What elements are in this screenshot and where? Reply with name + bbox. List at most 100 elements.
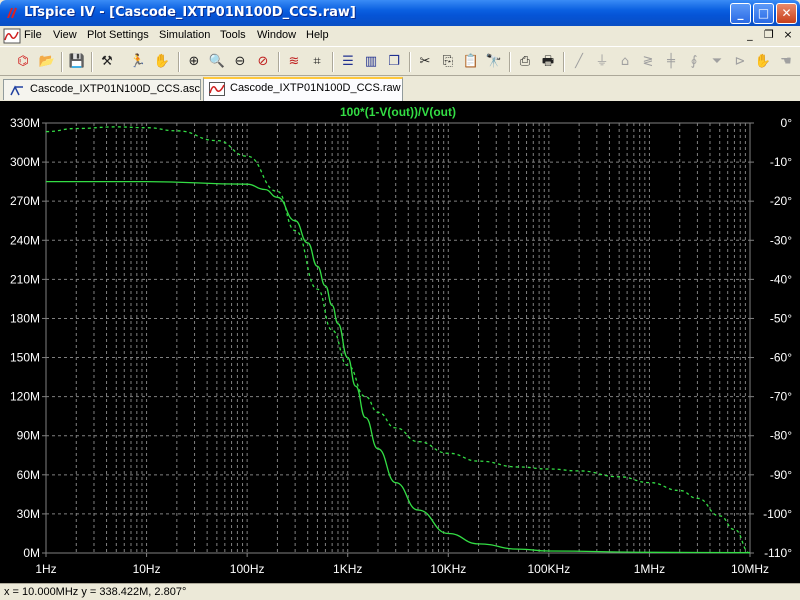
move-icon[interactable]: ✋ xyxy=(753,52,773,72)
menu-window[interactable]: Window xyxy=(257,29,296,41)
y2-tick-label: -60° xyxy=(770,351,792,365)
maximize-button[interactable]: □ xyxy=(753,3,774,24)
mdi-minimize-button[interactable]: _ xyxy=(742,28,758,41)
find-icon[interactable]: 🔭 xyxy=(484,52,504,72)
y2-tick-label: -90° xyxy=(770,468,792,482)
y2-tick-label: -100° xyxy=(763,507,792,521)
y-tick-label: 180M xyxy=(10,311,40,325)
toolbar-separator xyxy=(509,52,511,72)
tile-vertical-icon[interactable]: ▥ xyxy=(361,52,381,72)
x-tick-label: 100KHz xyxy=(528,562,571,576)
bode-plot[interactable]: 100*(1-V(out))/V(out) 0M 30M 60M 90M 120M 150M… xyxy=(0,101,800,583)
capacitor-icon[interactable]: ╪ xyxy=(661,52,681,72)
title-bar[interactable]: LTspice IV - [Cascode_IXTP01N100D_CCS.ra… xyxy=(0,0,800,26)
menu-bar: File View Plot Settings Simulation Tools… xyxy=(0,26,800,46)
run-icon[interactable]: 🏃 xyxy=(128,52,148,72)
toolbar-separator xyxy=(563,52,565,72)
zoom-cancel-icon[interactable]: ⊘ xyxy=(253,52,273,72)
y-tick-label: 330M xyxy=(10,116,40,130)
wire-icon[interactable]: ╱ xyxy=(569,52,589,72)
y2-tick-label: -30° xyxy=(770,233,792,247)
menu-help[interactable]: Help xyxy=(306,29,329,41)
toolbar-separator xyxy=(178,52,180,72)
y-tick-label: 90M xyxy=(17,429,40,443)
halt-icon[interactable]: ✋ xyxy=(152,52,172,72)
ground-icon[interactable]: ⏚ xyxy=(592,52,612,72)
mdi-restore-button[interactable]: ❐ xyxy=(761,28,777,41)
menu-tools[interactable]: Tools xyxy=(220,29,246,41)
label-icon[interactable]: ⌂ xyxy=(615,52,635,72)
cut-icon[interactable]: ✂ xyxy=(415,52,435,72)
toolbar-separator xyxy=(278,52,280,72)
toolbar-separator xyxy=(61,52,63,72)
x-tick-label: 10Hz xyxy=(133,562,161,576)
y2-tick-label: -40° xyxy=(770,272,792,286)
trace-title: 100*(1-V(out))/V(out) xyxy=(340,105,456,119)
autorange-icon[interactable]: ≋ xyxy=(284,52,304,72)
tile-horizontal-icon[interactable]: ☰ xyxy=(338,52,358,72)
waveform-icon xyxy=(209,82,225,96)
control-panel-icon[interactable]: ⚒ xyxy=(97,52,117,72)
x-tick-label: 1KHz xyxy=(333,562,362,576)
x-tick-label: 1Hz xyxy=(35,562,56,576)
menu-plot-settings[interactable]: Plot Settings xyxy=(87,29,149,41)
cascade-icon[interactable]: ❐ xyxy=(384,52,404,72)
resistor-icon[interactable]: ≷ xyxy=(638,52,658,72)
mdi-controls: _ ❐ × xyxy=(742,28,796,41)
paste-icon[interactable]: 📋 xyxy=(461,52,481,72)
tab-label: Cascode_IXTP01N100D_CCS.raw xyxy=(230,82,401,94)
x-tick-label: 10MHz xyxy=(731,562,769,576)
menu-simulation[interactable]: Simulation xyxy=(159,29,210,41)
zoom-box-icon[interactable]: 🔍 xyxy=(207,52,227,72)
tab-schematic[interactable]: Cascode_IXTP01N100D_CCS.asc xyxy=(3,79,201,100)
menu-view[interactable]: View xyxy=(53,29,77,41)
plot-frame xyxy=(45,122,751,554)
component-icon[interactable]: ⊳ xyxy=(730,52,750,72)
y-tick-label: 300M xyxy=(10,155,40,169)
schematic-icon xyxy=(10,85,23,96)
minimize-button[interactable]: _ xyxy=(730,3,751,24)
diode-icon[interactable]: ⏷ xyxy=(707,52,727,72)
document-tabs: Cascode_IXTP01N100D_CCS.asc Cascode_IXTP… xyxy=(0,77,800,101)
x-tick-label: 1MHz xyxy=(634,562,665,576)
plot-pane[interactable]: 100*(1-V(out))/V(out) 0M 30M 60M 90M 120M 150M… xyxy=(0,101,800,583)
x-tick-label: 10KHz xyxy=(430,562,466,576)
tab-label: Cascode_IXTP01N100D_CCS.asc xyxy=(30,83,200,95)
y2-tick-label: -20° xyxy=(770,194,792,208)
toolbar-separator xyxy=(91,52,93,72)
waveform-window-icon[interactable] xyxy=(3,28,21,44)
print-preview-icon[interactable]: ⎙ xyxy=(515,52,535,72)
y2-tick-label: -10° xyxy=(770,155,792,169)
new-schematic-icon[interactable]: ⌬ xyxy=(13,52,33,72)
toolbar-separator xyxy=(332,52,334,72)
y-tick-label: 120M xyxy=(10,390,40,404)
inductor-icon[interactable]: ∮ xyxy=(684,52,704,72)
print-icon[interactable]: 🖶 xyxy=(538,52,558,72)
open-icon[interactable]: 📂 xyxy=(37,52,57,72)
y-tick-label: 270M xyxy=(10,194,40,208)
y2-tick-label: 0° xyxy=(781,116,793,130)
status-bar: x = 10.000MHz y = 338.422M, 2.807° xyxy=(0,583,800,600)
mdi-close-button[interactable]: × xyxy=(780,28,796,41)
y-tick-label: 150M xyxy=(10,351,40,365)
application-window: LTspice IV - [Cascode_IXTP01N100D_CCS.ra… xyxy=(0,0,800,600)
y2-tick-label: -110° xyxy=(764,546,792,560)
zoom-in-icon[interactable]: ⊕ xyxy=(184,52,204,72)
cursor-readout: x = 10.000MHz y = 338.422M, 2.807° xyxy=(4,586,187,598)
y2-tick-label: -80° xyxy=(770,429,792,443)
ltspice-logo-icon xyxy=(7,7,17,19)
zoom-out-icon[interactable]: ⊖ xyxy=(230,52,250,72)
y-tick-label: 240M xyxy=(10,233,40,247)
y2-tick-label: -50° xyxy=(770,311,792,325)
drag-icon[interactable]: ☚ xyxy=(776,52,796,72)
save-icon[interactable]: 💾 xyxy=(67,52,87,72)
close-button[interactable]: ✕ xyxy=(776,3,797,24)
y-tick-label: 210M xyxy=(10,272,40,286)
y-tick-label: 60M xyxy=(17,468,40,482)
pick-visible-traces-icon[interactable]: ⌗ xyxy=(307,52,327,72)
menu-file[interactable]: File xyxy=(24,29,42,41)
copy-icon[interactable]: ⎘ xyxy=(438,52,458,72)
x-tick-label: 100Hz xyxy=(230,562,265,576)
toolbar-separator xyxy=(409,52,411,72)
tab-waveform[interactable]: Cascode_IXTP01N100D_CCS.raw xyxy=(203,77,403,101)
